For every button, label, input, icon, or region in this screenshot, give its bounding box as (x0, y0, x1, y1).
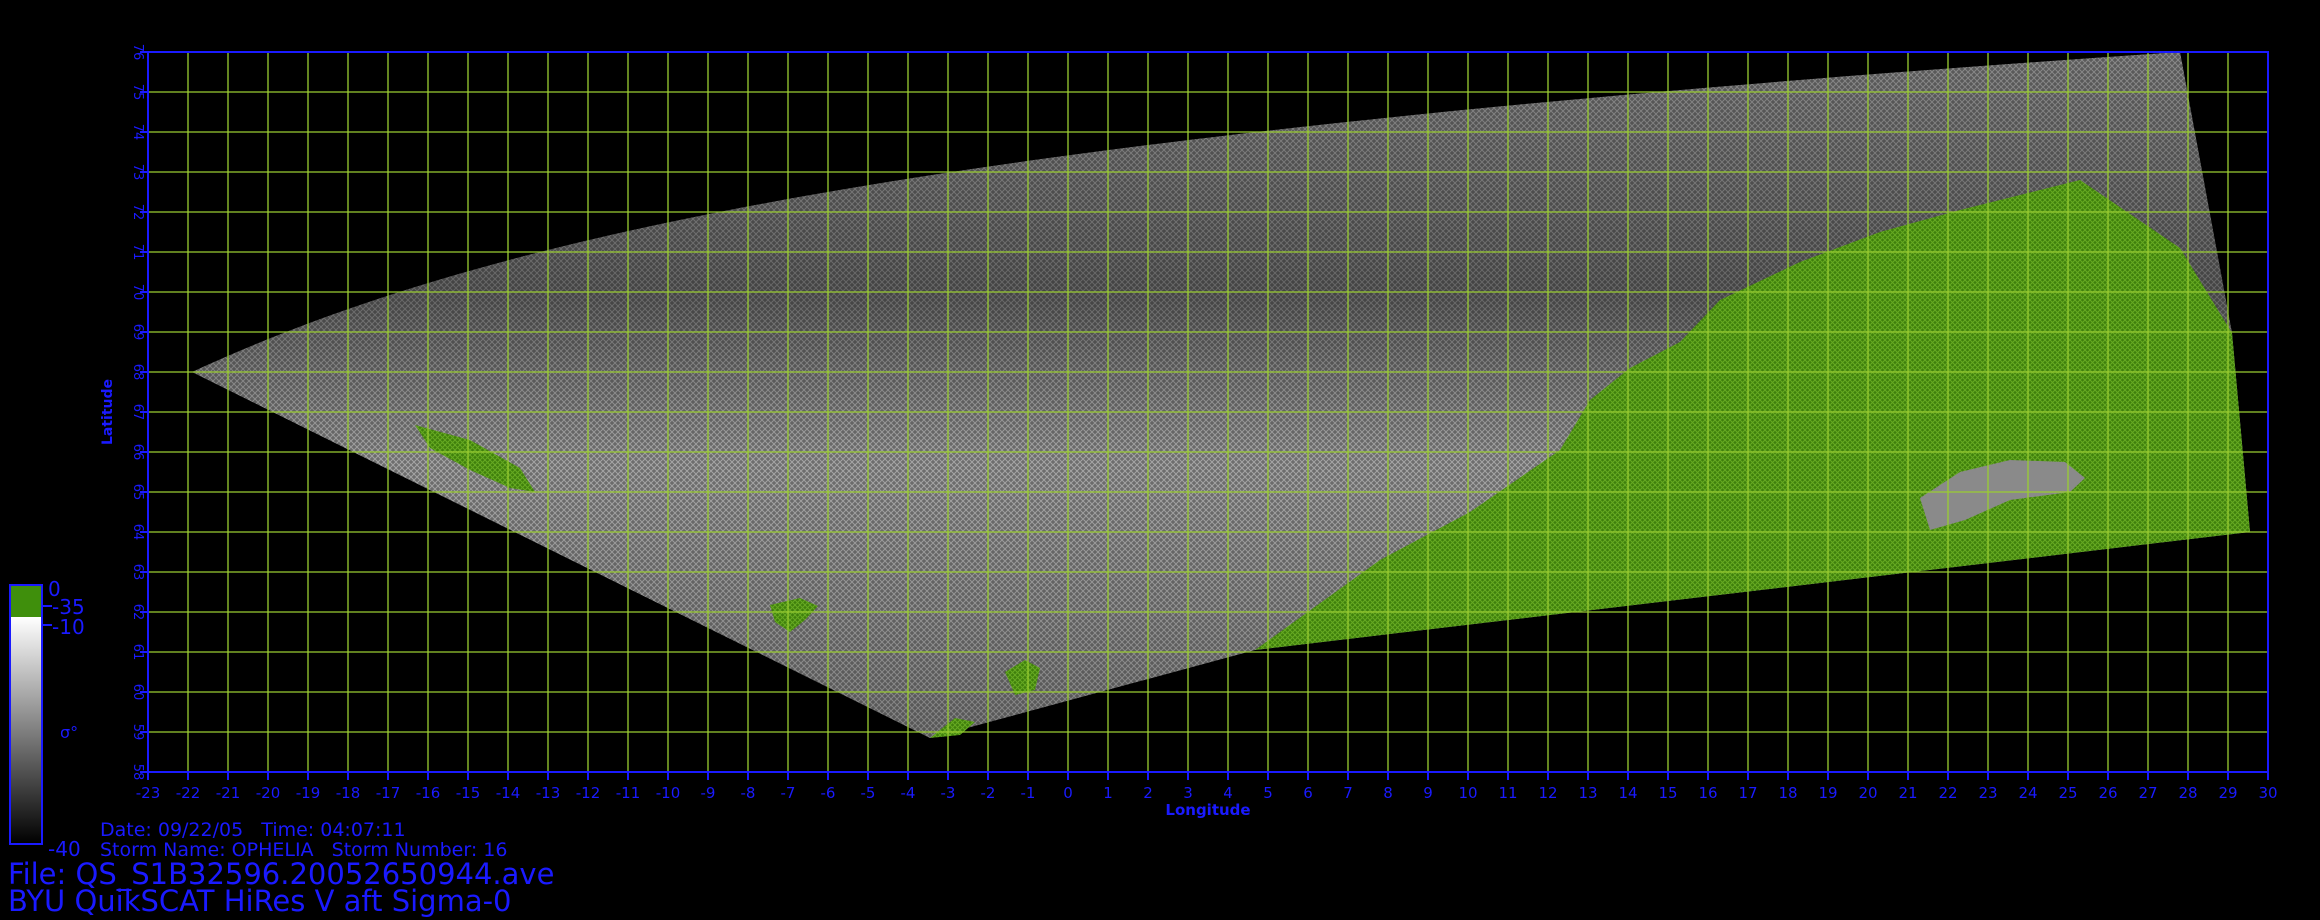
date-time-line: Date: 09/22/05 Time: 04:07:11 (100, 819, 406, 841)
y-tick-label: 66 (130, 444, 145, 461)
x-tick-label: 24 (2018, 784, 2037, 802)
x-tick-label: 10 (1458, 784, 1477, 802)
colorbar-land-swatch (10, 585, 42, 617)
x-tick-label: 25 (2058, 784, 2077, 802)
x-tick-label: 18 (1778, 784, 1797, 802)
y-tick-label: 63 (130, 564, 145, 581)
x-tick-label: -9 (701, 784, 716, 802)
x-tick-label: 0 (1063, 784, 1073, 802)
x-tick-label: -12 (576, 784, 601, 802)
x-tick-label: 26 (2098, 784, 2117, 802)
x-tick-label: 9 (1423, 784, 1433, 802)
x-tick-label: 7 (1343, 784, 1353, 802)
y-tick-label: 73 (130, 164, 145, 181)
x-tick-label: 29 (2218, 784, 2237, 802)
x-tick-label: -16 (416, 784, 441, 802)
y-axis-label: Latitude (100, 379, 116, 445)
y-tick-label: 62 (130, 604, 145, 621)
x-tick-label: -11 (616, 784, 641, 802)
x-tick-label: -3 (941, 784, 956, 802)
x-tick-label: -18 (336, 784, 361, 802)
x-tick-label: 4 (1223, 784, 1233, 802)
x-tick-label: -14 (496, 784, 521, 802)
x-tick-label: 22 (1938, 784, 1957, 802)
x-tick-label: 5 (1263, 784, 1273, 802)
y-tick-label: 75 (130, 84, 145, 101)
y-tick-label: 59 (130, 724, 145, 741)
x-tick-label: 1 (1103, 784, 1113, 802)
x-tick-label: 2 (1143, 784, 1153, 802)
y-tick-label: 70 (130, 284, 145, 301)
y-tick-label: 64 (130, 524, 145, 541)
y-tick-label: 58 (130, 764, 145, 781)
x-tick-label: -10 (656, 784, 681, 802)
x-tick-label: -7 (781, 784, 796, 802)
x-tick-label: -23 (136, 784, 161, 802)
x-tick-label: -19 (296, 784, 321, 802)
x-tick-label: -21 (216, 784, 241, 802)
x-tick-label: 19 (1818, 784, 1837, 802)
y-tick-label: 72 (130, 204, 145, 221)
x-tick-label: 20 (1858, 784, 1877, 802)
x-tick-label: 27 (2138, 784, 2157, 802)
x-tick-label: 3 (1183, 784, 1193, 802)
x-axis-label: Longitude (1165, 801, 1250, 819)
x-tick-label: -6 (821, 784, 836, 802)
x-tick-label: -20 (256, 784, 281, 802)
y-tick-label: 61 (130, 644, 145, 661)
scatterometer-map: -23 -22 -21 -20 -19 -18 -17 -16 -15 -14 -13 -12 -11-… (9, 44, 2278, 861)
x-tick-label: 6 (1303, 784, 1313, 802)
y-tick-label: 74 (130, 124, 145, 141)
y-tick-label: 67 (130, 404, 145, 421)
y-tick-label: 76 (130, 44, 145, 61)
x-tick-label: 11 (1498, 784, 1517, 802)
x-tick-label: 23 (1978, 784, 1997, 802)
x-tick-label: -5 (861, 784, 876, 802)
x-tick-label: -2 (981, 784, 996, 802)
x-tick-label: 14 (1618, 784, 1637, 802)
x-tick-label: 12 (1538, 784, 1557, 802)
longitude-tick-labels: -23 -22 -21 -20 -19 -18 -17 -16 -15 -14 -13 -12 -11-… (136, 772, 2278, 802)
y-tick-label: 68 (130, 364, 145, 381)
colorbar-mid-value-2: -10 (52, 615, 85, 639)
x-tick-label: 30 (2258, 784, 2277, 802)
x-tick-label: 21 (1898, 784, 1917, 802)
x-tick-label: 17 (1738, 784, 1757, 802)
y-tick-label: 60 (130, 684, 145, 701)
x-tick-label: -17 (376, 784, 401, 802)
x-tick-label: -1 (1021, 784, 1036, 802)
latitude-tick-labels: 58 59 60 61 62 63 64 65 66 67 68 69 70 71 72 73 74 75 76 (130, 44, 148, 781)
x-tick-label: -15 (456, 784, 481, 802)
y-tick-label: 69 (130, 324, 145, 341)
x-tick-label: 13 (1578, 784, 1597, 802)
x-tick-label: -8 (741, 784, 756, 802)
y-tick-label: 65 (130, 484, 145, 501)
sigma0-colorbar: 0 -35 -10 -40 σ° (9, 577, 85, 861)
x-tick-label: 15 (1658, 784, 1677, 802)
x-tick-label: -22 (176, 784, 201, 802)
colorbar-gradient (10, 617, 42, 844)
product-line: BYU QuikSCAT HiRes V aft Sigma-0 (8, 884, 512, 918)
x-tick-label: 28 (2178, 784, 2197, 802)
x-tick-label: -4 (901, 784, 916, 802)
colorbar-label: σ° (60, 723, 78, 742)
x-tick-label: 8 (1383, 784, 1393, 802)
x-tick-label: -13 (536, 784, 561, 802)
y-tick-label: 71 (130, 244, 145, 261)
x-tick-label: 16 (1698, 784, 1717, 802)
